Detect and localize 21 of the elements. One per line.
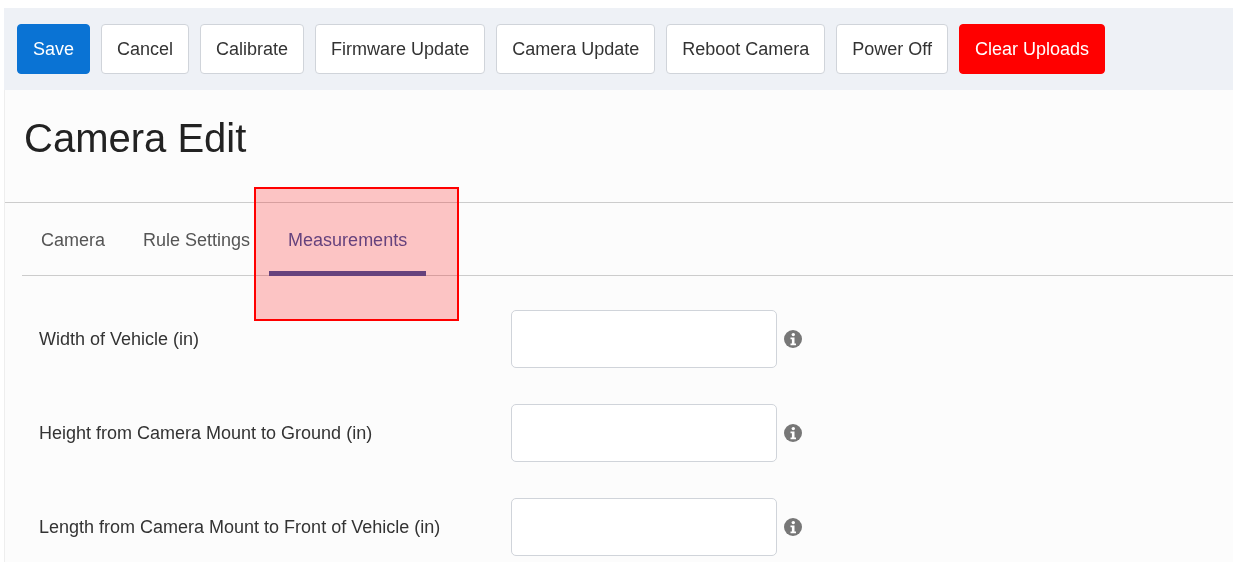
info-icon[interactable] bbox=[783, 329, 803, 349]
toolbar-button[interactable]: Power Off bbox=[836, 24, 948, 74]
field-label: Height from Camera Mount to Ground (in) bbox=[38, 422, 374, 444]
info-icon[interactable] bbox=[783, 423, 803, 443]
toolbar-button[interactable]: Firmware Update bbox=[315, 24, 486, 74]
input-field[interactable] bbox=[511, 498, 777, 556]
toolbar-button[interactable]: Camera Update bbox=[496, 24, 656, 74]
toolbar-button[interactable]: Calibrate bbox=[200, 24, 305, 74]
info-icon[interactable] bbox=[783, 517, 803, 537]
tab[interactable]: Camera bbox=[22, 230, 125, 276]
save-button[interactable]: Save bbox=[17, 24, 91, 74]
tab[interactable]: Rule Settings bbox=[124, 230, 270, 276]
toolbar-button[interactable]: Cancel bbox=[101, 24, 190, 74]
tab[interactable]: Measurements bbox=[269, 230, 427, 276]
toolbar-button[interactable]: Reboot Camera bbox=[666, 24, 826, 74]
field-label: Length from Camera Mount to Front of Vehicle (in) bbox=[38, 516, 442, 538]
page-title: Camera Edit bbox=[23, 115, 248, 162]
input-field[interactable] bbox=[511, 310, 777, 368]
field-label: Width of Vehicle (in) bbox=[38, 328, 201, 350]
input-field[interactable] bbox=[511, 404, 777, 462]
clear-button[interactable]: Clear Uploads bbox=[959, 24, 1106, 74]
